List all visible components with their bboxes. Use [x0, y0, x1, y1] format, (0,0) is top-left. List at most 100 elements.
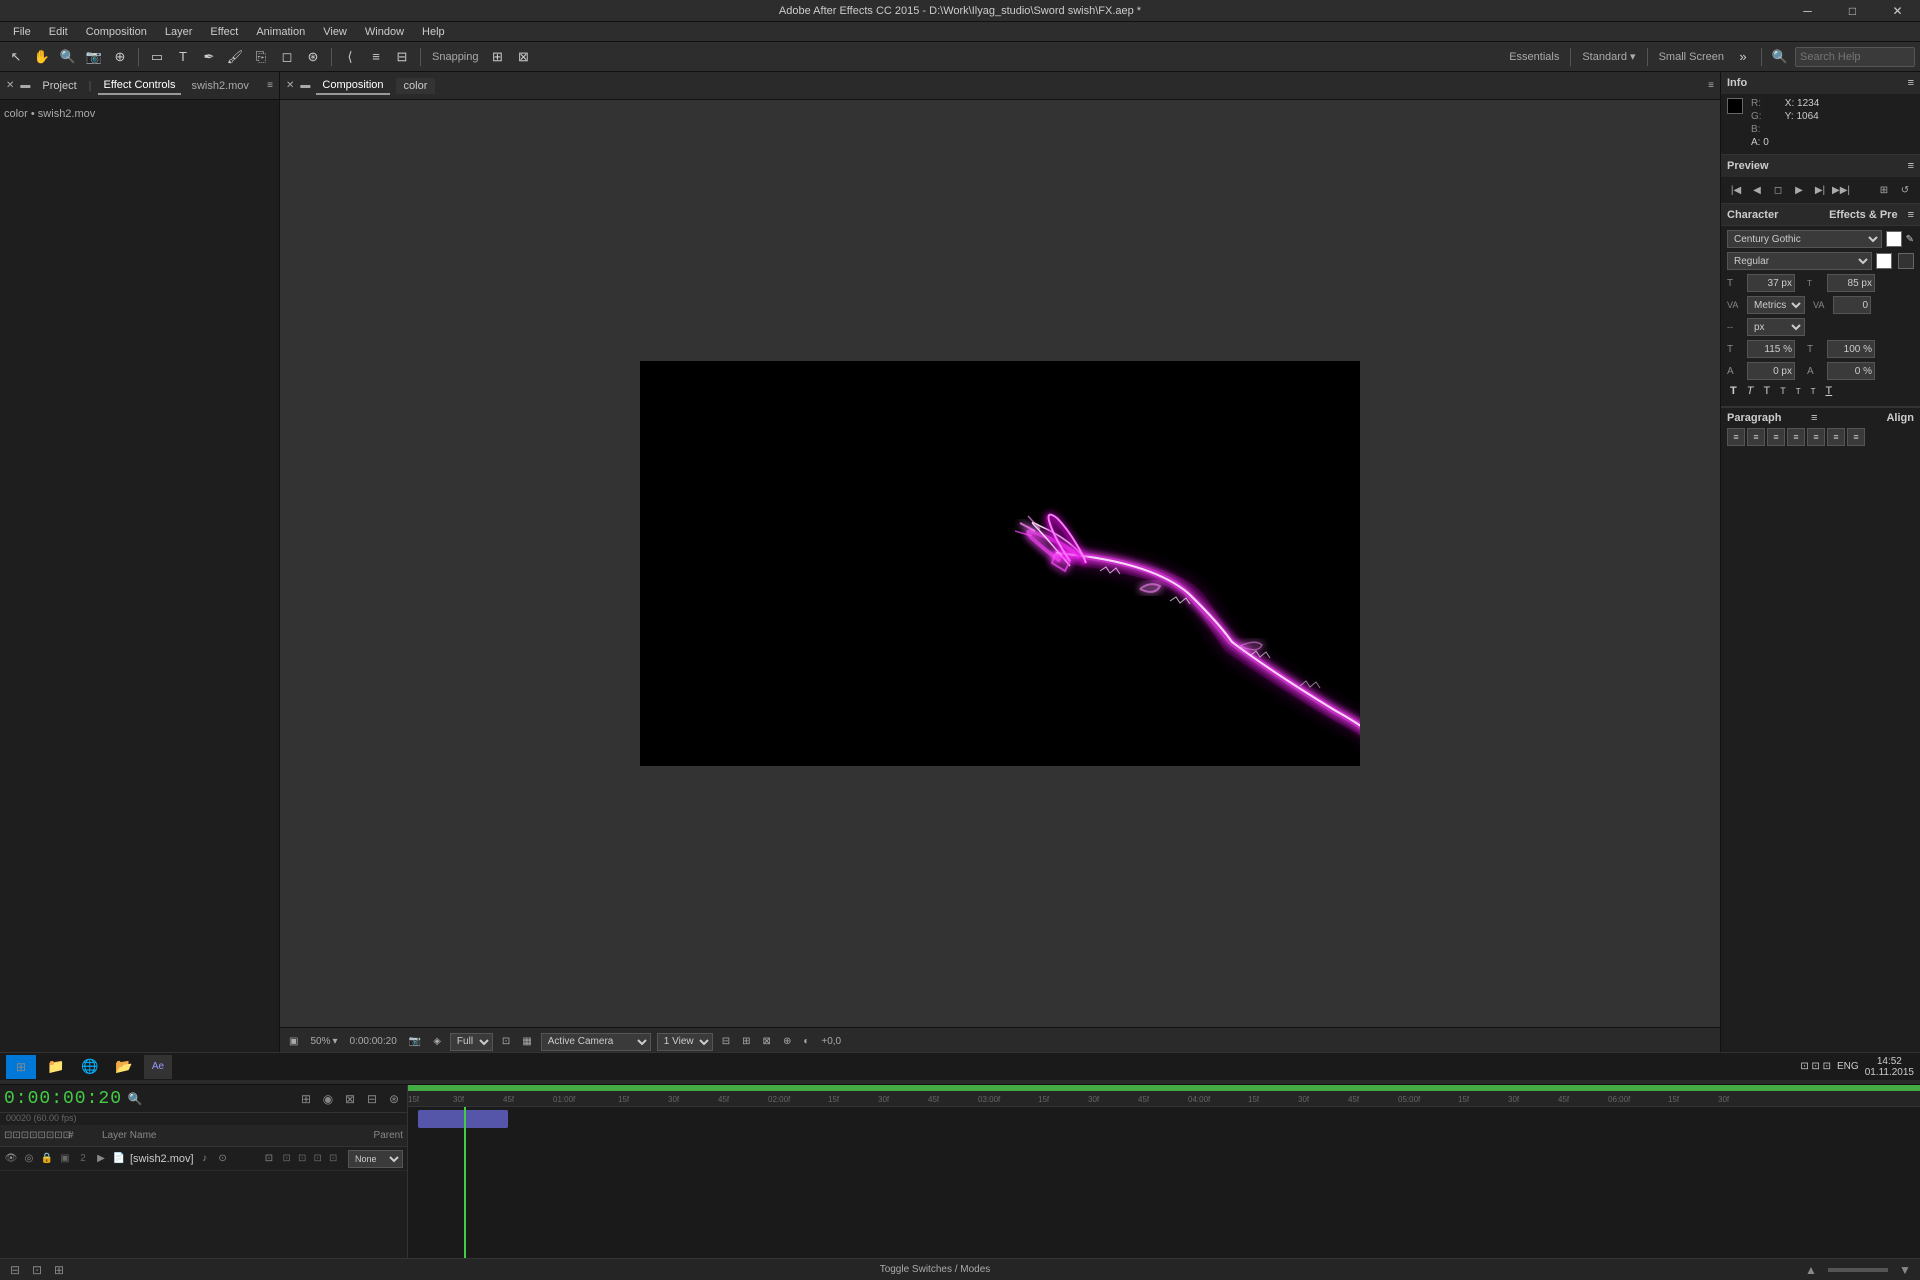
tl-zoom-in-btn[interactable]: ▼ — [1896, 1261, 1914, 1279]
preview-ram-btn[interactable]: ⊞ — [1875, 181, 1893, 199]
layer-eye-btn[interactable]: 👁 — [4, 1152, 18, 1166]
justify-left-btn[interactable]: ≡ — [1787, 428, 1805, 446]
info-menu-btn[interactable]: ≡ — [1908, 77, 1914, 89]
search-icon[interactable]: 🔍 — [1769, 46, 1791, 68]
preview-time-btn[interactable]: ◐ — [800, 1035, 812, 1048]
super-btn[interactable]: T — [1793, 386, 1804, 397]
layer-switch-1[interactable]: ⊡ — [280, 1152, 294, 1166]
layer-audio-btn[interactable]: ♪ — [198, 1152, 212, 1166]
timecode-display[interactable]: 0:00:00:20 — [4, 1089, 122, 1109]
info-header[interactable]: Info ≡ — [1721, 72, 1920, 94]
effect-controls-tab[interactable]: Effect Controls — [98, 77, 182, 95]
layer-3d-btn[interactable]: ⊡ — [262, 1152, 276, 1166]
search-input[interactable] — [1795, 47, 1915, 67]
zoom-tool[interactable]: 🔍 — [57, 46, 79, 68]
style-dropdown[interactable]: Regular — [1727, 252, 1872, 270]
sub-btn[interactable]: T — [1808, 386, 1819, 397]
align-right-para-btn[interactable]: ≡ — [1767, 428, 1785, 446]
quality-dropdown[interactable]: Full — [450, 1033, 493, 1051]
text-tool[interactable]: T — [172, 46, 194, 68]
tl-ctrl-btn-2[interactable]: ◉ — [319, 1090, 337, 1108]
comp-panel-close-btn[interactable]: ✕ — [286, 80, 294, 91]
menu-help[interactable]: Help — [414, 24, 453, 40]
camera-tool[interactable]: 📷 — [83, 46, 105, 68]
baseline-input[interactable] — [1747, 362, 1795, 380]
tracking-val-input[interactable] — [1833, 296, 1871, 314]
tl-bottom-btn-3[interactable]: ⊞ — [50, 1261, 68, 1279]
layer-parent-dropdown[interactable]: None — [348, 1150, 403, 1168]
menu-file[interactable]: File — [5, 24, 39, 40]
comp-time-display[interactable]: 0:00:00:20 — [347, 1035, 400, 1048]
workspace-more-btn[interactable]: » — [1732, 46, 1754, 68]
active-camera-dropdown[interactable]: Active Camera — [541, 1033, 651, 1051]
select-tool[interactable]: ↖ — [5, 46, 27, 68]
tl-zoom-slider[interactable] — [1828, 1268, 1888, 1272]
region-btn[interactable]: ⊡ — [499, 1035, 513, 1048]
layer-switch-2[interactable]: ⊡ — [296, 1152, 310, 1166]
justify-right-btn[interactable]: ≡ — [1827, 428, 1845, 446]
view-3d-btn[interactable]: ⊠ — [760, 1035, 774, 1048]
taskbar-ie[interactable]: 📂 — [110, 1055, 138, 1079]
tl-bottom-btn-2[interactable]: ⊡ — [28, 1261, 46, 1279]
caps-btn[interactable]: T — [1760, 384, 1773, 398]
justify-center-btn[interactable]: ≡ — [1807, 428, 1825, 446]
tracking-dropdown[interactable]: Metrics — [1747, 296, 1805, 314]
view-options-btn[interactable]: ⊞ — [739, 1035, 753, 1048]
timeline-ruler[interactable]: 15f 30f 45f 01:00f 15f 30f 45f 02:00f 15… — [408, 1085, 1920, 1107]
toggle-switches-label[interactable]: Toggle Switches / Modes — [880, 1264, 991, 1275]
menu-window[interactable]: Window — [357, 24, 412, 40]
preview-menu-btn[interactable]: ≡ — [1908, 160, 1914, 172]
eraser-tool[interactable]: ◻ — [276, 46, 298, 68]
preview-play-btn[interactable]: ▶ — [1790, 181, 1808, 199]
comp-menu-btn[interactable]: ≡ — [1708, 80, 1714, 91]
paragraph-menu-btn[interactable]: ≡ — [1811, 412, 1817, 424]
hand-tool[interactable]: ✋ — [31, 46, 53, 68]
preview-header[interactable]: Preview ≡ — [1721, 155, 1920, 177]
maximize-button[interactable]: □ — [1830, 0, 1875, 22]
taskbar-ae[interactable]: Ae — [144, 1055, 172, 1079]
orbit-tool[interactable]: ⊕ — [109, 46, 131, 68]
font-color-swatch[interactable] — [1886, 231, 1902, 247]
bold-btn[interactable]: T — [1727, 384, 1740, 398]
comp-panel-min-btn[interactable]: ▬ — [300, 80, 310, 91]
comp-render-btn[interactable]: ▣ — [286, 1035, 301, 1048]
comp-zoom-display[interactable]: 50%▾ — [307, 1035, 340, 1048]
tl-ctrl-btn-3[interactable]: ⊠ — [341, 1090, 359, 1108]
align-left-para-btn[interactable]: ≡ — [1727, 428, 1745, 446]
tl-zoom-out-btn[interactable]: ▲ — [1802, 1261, 1820, 1279]
close-button[interactable]: ✕ — [1875, 0, 1920, 22]
font-reset-btn[interactable]: ✎ — [1906, 234, 1914, 245]
minimize-button[interactable]: ─ — [1785, 0, 1830, 22]
italic-btn[interactable]: T — [1744, 384, 1757, 398]
align-center-para-btn[interactable]: ≡ — [1747, 428, 1765, 446]
tl-ctrl-btn-4[interactable]: ⊟ — [363, 1090, 381, 1108]
underline-btn[interactable]: T — [1822, 384, 1835, 398]
rect-tool[interactable]: ▭ — [146, 46, 168, 68]
pen-tool[interactable]: ✒ — [198, 46, 220, 68]
taskbar-chrome[interactable]: 🌐 — [76, 1055, 104, 1079]
align-left-btn[interactable]: ⟨ — [339, 46, 361, 68]
camera-snap-btn[interactable]: 📷 — [406, 1035, 424, 1048]
layer-lock-btn[interactable]: 🔒 — [40, 1152, 54, 1166]
taskbar-file-explorer[interactable]: 📁 — [42, 1055, 70, 1079]
menu-edit[interactable]: Edit — [41, 24, 76, 40]
preview-first-btn[interactable]: |◀ — [1727, 181, 1745, 199]
tsf-input[interactable] — [1827, 362, 1875, 380]
justify-all-btn[interactable]: ≡ — [1847, 428, 1865, 446]
char-menu-btn[interactable]: ≡ — [1908, 209, 1914, 221]
snap-options-btn[interactable]: ⊠ — [513, 46, 535, 68]
preview-stop-btn[interactable]: ◻ — [1769, 181, 1787, 199]
menu-composition[interactable]: Composition — [78, 24, 155, 40]
timecode-search-btn[interactable]: 🔍 — [126, 1090, 144, 1108]
view-count-dropdown[interactable]: 1 View — [657, 1033, 713, 1051]
project-tab[interactable]: Project — [36, 78, 82, 94]
hscale-input[interactable] — [1747, 340, 1795, 358]
fill-color-swatch[interactable] — [1898, 253, 1914, 269]
layer-solo-icon[interactable]: ⊙ — [216, 1152, 230, 1166]
layer-solo-btn[interactable]: ◎ — [22, 1152, 36, 1166]
preview-next-btn[interactable]: ▶| — [1811, 181, 1829, 199]
layer-switch-3[interactable]: ⊡ — [311, 1152, 325, 1166]
brush-tool[interactable]: 🖌 — [224, 46, 246, 68]
preview-last-btn[interactable]: ▶▶| — [1832, 181, 1850, 199]
font-size-input[interactable] — [1747, 274, 1795, 292]
